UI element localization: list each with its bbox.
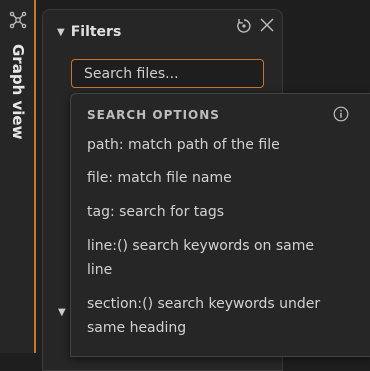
search-options-popup: SEARCH OPTIONS path: match path of the f…	[70, 93, 370, 357]
section-caret-icon[interactable]: ▼	[58, 307, 66, 318]
search-option-section[interactable]: section:() search keywords under same he…	[87, 292, 335, 340]
search-options-title: SEARCH OPTIONS	[87, 108, 220, 122]
collapse-caret-icon[interactable]: ▼	[57, 27, 65, 38]
graph-view-ribbon: Graph view	[0, 0, 36, 353]
graph-view-title[interactable]: Graph view	[9, 44, 27, 139]
close-icon[interactable]	[259, 17, 275, 33]
info-icon[interactable]	[333, 106, 349, 122]
search-option-path[interactable]: path: match path of the file	[87, 133, 335, 157]
filters-header[interactable]: ▼ Filters	[57, 24, 121, 40]
search-option-tag[interactable]: tag: search for tags	[87, 200, 335, 224]
reset-icon[interactable]	[235, 17, 253, 35]
graph-icon[interactable]	[9, 11, 27, 29]
search-option-line[interactable]: line:() search keywords on same line	[87, 234, 335, 282]
search-option-file[interactable]: file: match file name	[87, 166, 335, 190]
search-files-input[interactable]	[71, 59, 264, 88]
filters-title: Filters	[70, 24, 122, 40]
